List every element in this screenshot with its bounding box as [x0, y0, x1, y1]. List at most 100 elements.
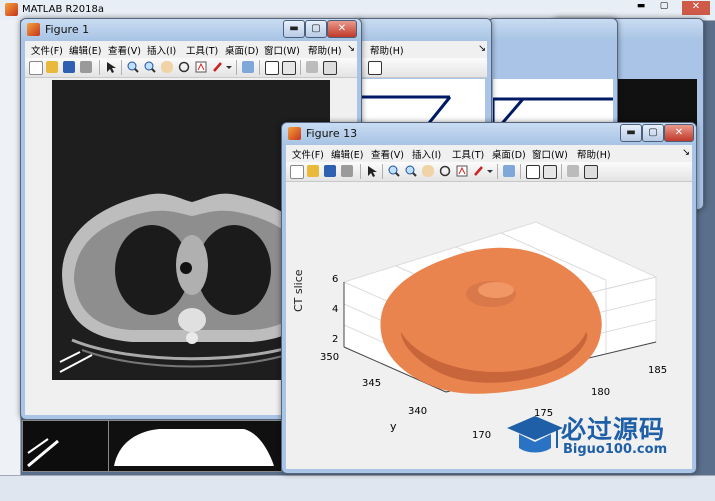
f13-menu-edit[interactable]: 编辑(E): [331, 147, 363, 161]
f13-menu-arrow-icon[interactable]: ↘: [682, 147, 690, 158]
f1-print-icon[interactable]: [80, 61, 92, 73]
bg-thumb-left-image: [27, 438, 59, 468]
f1-menu-desktop[interactable]: 桌面(D): [225, 43, 259, 57]
f1-new-figure-icon[interactable]: [29, 61, 43, 75]
bg3-titlebar: [489, 19, 617, 41]
f1-menu-insert[interactable]: 插入(I): [147, 43, 176, 57]
figure1-minimize-button[interactable]: ▬: [283, 20, 305, 38]
figure1-menubar: 文件(F) 编辑(E) 查看(V) 插入(I) 工具(T) 桌面(D) 窗口(W…: [25, 41, 357, 58]
matlab-main-bottom: [0, 475, 715, 501]
f1-toolbar-separator: [259, 60, 260, 75]
f1-link-plot-icon[interactable]: [242, 61, 254, 73]
f13-menu-insert[interactable]: 插入(I): [412, 147, 441, 161]
figure1-titlebar: Figure 1 ▬ ▢ ✕: [21, 19, 361, 41]
bg-thumb-mid: [108, 420, 282, 472]
x-tick-185: 185: [648, 365, 668, 376]
bg2-menubar: 帮助(H) ↘: [360, 41, 487, 58]
bg2-menu-arrow-icon[interactable]: ↘: [478, 43, 486, 54]
f1-rotate-3d-icon[interactable]: [178, 61, 190, 73]
surface-highlight: [478, 282, 514, 298]
figure13-toolbar: [286, 162, 692, 182]
f1-toolbar-separator: [236, 60, 237, 75]
f1-legend-icon[interactable]: [282, 61, 296, 75]
f13-edit-plot-arrow-icon[interactable]: [366, 165, 378, 177]
f1-pan-hand-icon[interactable]: [161, 61, 173, 73]
y-tick-340: 340: [408, 406, 428, 417]
main-maximize-button[interactable]: ▢: [655, 1, 673, 15]
bg2-tool-layout-icon[interactable]: [368, 61, 382, 75]
f1-zoom-in-icon[interactable]: [127, 61, 139, 73]
figure1-maximize-button[interactable]: ▢: [305, 20, 327, 38]
figure13-close-button[interactable]: ✕: [664, 124, 694, 142]
figure13-maximize-button[interactable]: ▢: [642, 124, 664, 142]
f13-toolbar-separator: [382, 164, 383, 179]
f13-link-plot-icon[interactable]: [503, 165, 515, 177]
f13-print-icon[interactable]: [341, 165, 353, 177]
figure1-title: Figure 1: [45, 23, 90, 36]
f13-new-figure-icon[interactable]: [290, 165, 304, 179]
y-tick-350: 350: [320, 352, 340, 363]
f13-save-icon[interactable]: [324, 165, 336, 177]
f13-show-plot-tools-icon[interactable]: [584, 165, 598, 179]
f1-show-plot-tools-icon[interactable]: [323, 61, 337, 75]
f1-menu-view[interactable]: 查看(V): [108, 43, 141, 57]
f1-menu-edit[interactable]: 编辑(E): [69, 43, 101, 57]
bg2-titlebar: [356, 19, 491, 41]
f1-menu-file[interactable]: 文件(F): [31, 43, 63, 57]
f1-menu-help[interactable]: 帮助(H): [308, 43, 342, 57]
z-tick-4: 4: [332, 304, 339, 315]
main-minimize-button[interactable]: ▬: [632, 1, 650, 15]
f13-data-cursor-icon[interactable]: [456, 165, 468, 177]
f1-save-icon[interactable]: [63, 61, 75, 73]
f1-menu-window[interactable]: 窗口(W): [264, 43, 300, 57]
f13-brush-icon[interactable]: [473, 165, 485, 177]
y-axis-label: y: [390, 420, 397, 433]
z-tick-6: 6: [332, 274, 339, 285]
bg-thumb-left: [22, 420, 109, 472]
f13-rotate-3d-icon[interactable]: [439, 165, 451, 177]
f13-colorbar-icon[interactable]: [526, 165, 540, 179]
figure13-menubar: 文件(F) 编辑(E) 查看(V) 插入(I) 工具(T) 桌面(D) 窗口(W…: [286, 145, 692, 162]
f1-hide-plot-tools-icon[interactable]: [306, 61, 318, 73]
figure13-minimize-button[interactable]: ▬: [620, 124, 642, 142]
f1-zoom-out-icon[interactable]: [144, 61, 156, 73]
figure1-close-button[interactable]: ✕: [327, 20, 357, 38]
figure13-titlebar: Figure 13 ▬ ▢ ✕: [282, 123, 696, 145]
f13-menu-view[interactable]: 查看(V): [371, 147, 404, 161]
matlab-main-sidepanel: [0, 20, 21, 500]
f13-legend-icon[interactable]: [543, 165, 557, 179]
f1-toolbar-separator: [99, 60, 100, 75]
f13-menu-desktop[interactable]: 桌面(D): [492, 147, 526, 161]
bg2-toolbar: [360, 58, 487, 78]
watermark-brand: 必过源码: [561, 415, 666, 444]
f13-zoom-in-icon[interactable]: [388, 165, 400, 177]
f1-colorbar-icon[interactable]: [265, 61, 279, 75]
f13-toolbar-separator: [520, 164, 521, 179]
f13-brush-dropdown-icon[interactable]: [487, 165, 493, 177]
figure13-matlab-icon: [288, 127, 301, 140]
f13-zoom-out-icon[interactable]: [405, 165, 417, 177]
bg2-menu-help[interactable]: 帮助(H): [370, 43, 404, 57]
f13-menu-help[interactable]: 帮助(H): [577, 147, 611, 161]
f1-toolbar-separator: [121, 60, 122, 75]
f13-menu-file[interactable]: 文件(F): [292, 147, 324, 161]
figure1-matlab-icon: [27, 23, 40, 36]
f1-open-file-icon[interactable]: [46, 61, 58, 73]
main-close-button[interactable]: ✕: [682, 1, 710, 15]
f13-open-file-icon[interactable]: [307, 165, 319, 177]
matlab-logo-icon: [5, 3, 18, 16]
f1-brush-icon[interactable]: [212, 61, 224, 73]
f13-pan-hand-icon[interactable]: [422, 165, 434, 177]
f1-menu-tools[interactable]: 工具(T): [186, 43, 218, 57]
y-tick-345: 345: [362, 378, 382, 389]
f1-edit-plot-arrow-icon[interactable]: [105, 61, 117, 73]
z-tick-2: 2: [332, 334, 339, 345]
f13-hide-plot-tools-icon[interactable]: [567, 165, 579, 177]
f13-menu-tools[interactable]: 工具(T): [452, 147, 484, 161]
f13-menu-window[interactable]: 窗口(W): [532, 147, 568, 161]
f13-toolbar-separator: [497, 164, 498, 179]
figure13-title: Figure 13: [306, 127, 358, 140]
f1-brush-dropdown-icon[interactable]: [226, 61, 232, 73]
f1-menu-arrow-icon[interactable]: ↘: [347, 43, 355, 54]
f1-data-cursor-icon[interactable]: [195, 61, 207, 73]
